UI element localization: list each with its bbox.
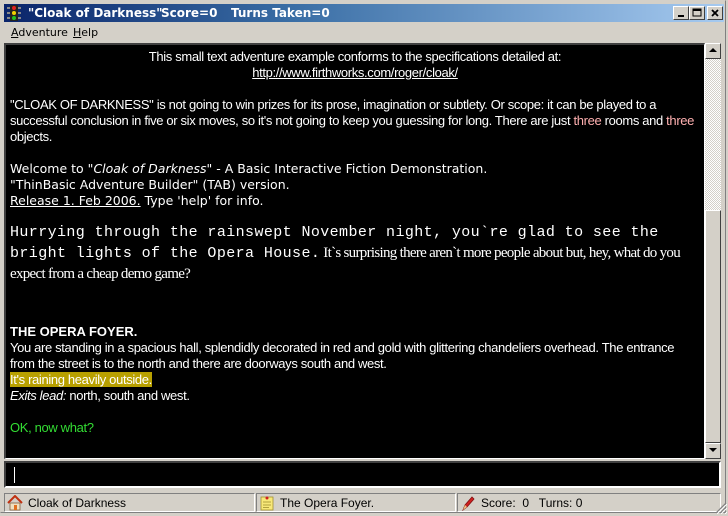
game-title: Cloak of Darkness — [93, 161, 207, 176]
prompt-text: OK, now what? — [10, 420, 94, 435]
command-input[interactable] — [4, 461, 721, 488]
text-caret — [14, 467, 15, 483]
window-title: "Cloak of Darkness" — [28, 6, 163, 20]
home-icon — [7, 495, 23, 511]
room-description: You are standing in a spacious hall, spl… — [10, 340, 675, 371]
welcome-line: Welcome to "Cloak of Darkness" - A Basic… — [10, 161, 700, 177]
para-text: rooms and — [601, 113, 667, 128]
minimize-button[interactable] — [673, 6, 689, 20]
title-bar[interactable]: "Cloak of Darkness" Score=0 Turns Taken=… — [4, 4, 724, 22]
version-line: "ThinBasic Adventure Builder" (TAB) vers… — [10, 177, 290, 192]
status-pane-game: Cloak of Darkness — [4, 493, 255, 512]
resize-grip-icon[interactable] — [715, 502, 727, 514]
para-text: objects. — [10, 129, 53, 144]
status-pane-score: Score: 0 Turns: 0 — [457, 493, 721, 512]
menu-help[interactable]: Help — [73, 26, 98, 39]
scroll-down-button[interactable] — [705, 443, 721, 459]
menu-label: elp — [81, 26, 99, 39]
status-pane-location: The Opera Foyer. — [256, 493, 456, 512]
para-text: "CLOAK OF DARKNESS" is not going to win … — [10, 97, 657, 128]
status-score: Score: 0 Turns: 0 — [481, 496, 583, 510]
exits-list: north, south and west. — [66, 388, 190, 403]
help-hint: Type 'help' for info. — [140, 193, 264, 208]
release-info: Release 1. Feb 2006. — [10, 193, 141, 208]
exits-label: Exits lead: — [10, 388, 67, 403]
scroll-up-button[interactable] — [705, 43, 721, 59]
minimize-icon — [678, 15, 684, 17]
status-bar: Cloak of Darkness The Opera Foyer. Score… — [1, 491, 728, 516]
highlight-word: three — [666, 113, 695, 128]
release-line: Release 1. Feb 2006. Type 'help' for inf… — [10, 193, 700, 209]
maximize-button[interactable] — [689, 6, 705, 20]
story-intro: Hurrying through the rainswept November … — [10, 223, 700, 284]
vertical-scrollbar[interactable] — [705, 43, 721, 459]
welcome-text: " - A Basic Interactive Fiction Demonstr… — [206, 161, 488, 176]
title-score: Score=0 — [161, 6, 218, 20]
close-button[interactable] — [707, 6, 723, 20]
arrow-up-icon — [709, 48, 717, 52]
story-output[interactable]: This small text adventure example confor… — [4, 43, 705, 459]
close-icon — [711, 9, 719, 17]
traffic-light-icon — [7, 5, 21, 21]
maximize-icon — [692, 8, 702, 17]
menu-label: dventure — [18, 26, 68, 39]
pen-icon — [462, 496, 475, 511]
arrow-down-icon — [709, 448, 717, 452]
status-location: The Opera Foyer. — [280, 496, 375, 510]
menu-bar: Adventure Help — [4, 23, 724, 41]
app-window: "Cloak of Darkness" Score=0 Turns Taken=… — [0, 0, 728, 516]
room-title: THE OPERA FOYER. — [10, 324, 138, 339]
note-icon — [260, 496, 274, 511]
highlight-word: three — [573, 113, 602, 128]
weather-notice: It's raining heavily outside. — [10, 372, 152, 387]
status-game-title: Cloak of Darkness — [28, 496, 127, 510]
exits-line: Exits lead: north, south and west. — [10, 388, 700, 404]
intro-paragraph: "CLOAK OF DARKNESS" is not going to win … — [10, 97, 700, 145]
menu-adventure[interactable]: Adventure — [11, 26, 68, 39]
welcome-text: Welcome to " — [10, 161, 94, 176]
intro-line: This small text adventure example confor… — [148, 49, 562, 64]
scroll-thumb[interactable] — [705, 210, 721, 443]
spec-link[interactable]: http://www.firthworks.com/roger/cloak/ — [252, 65, 458, 80]
title-turns: Turns Taken=0 — [231, 6, 330, 20]
